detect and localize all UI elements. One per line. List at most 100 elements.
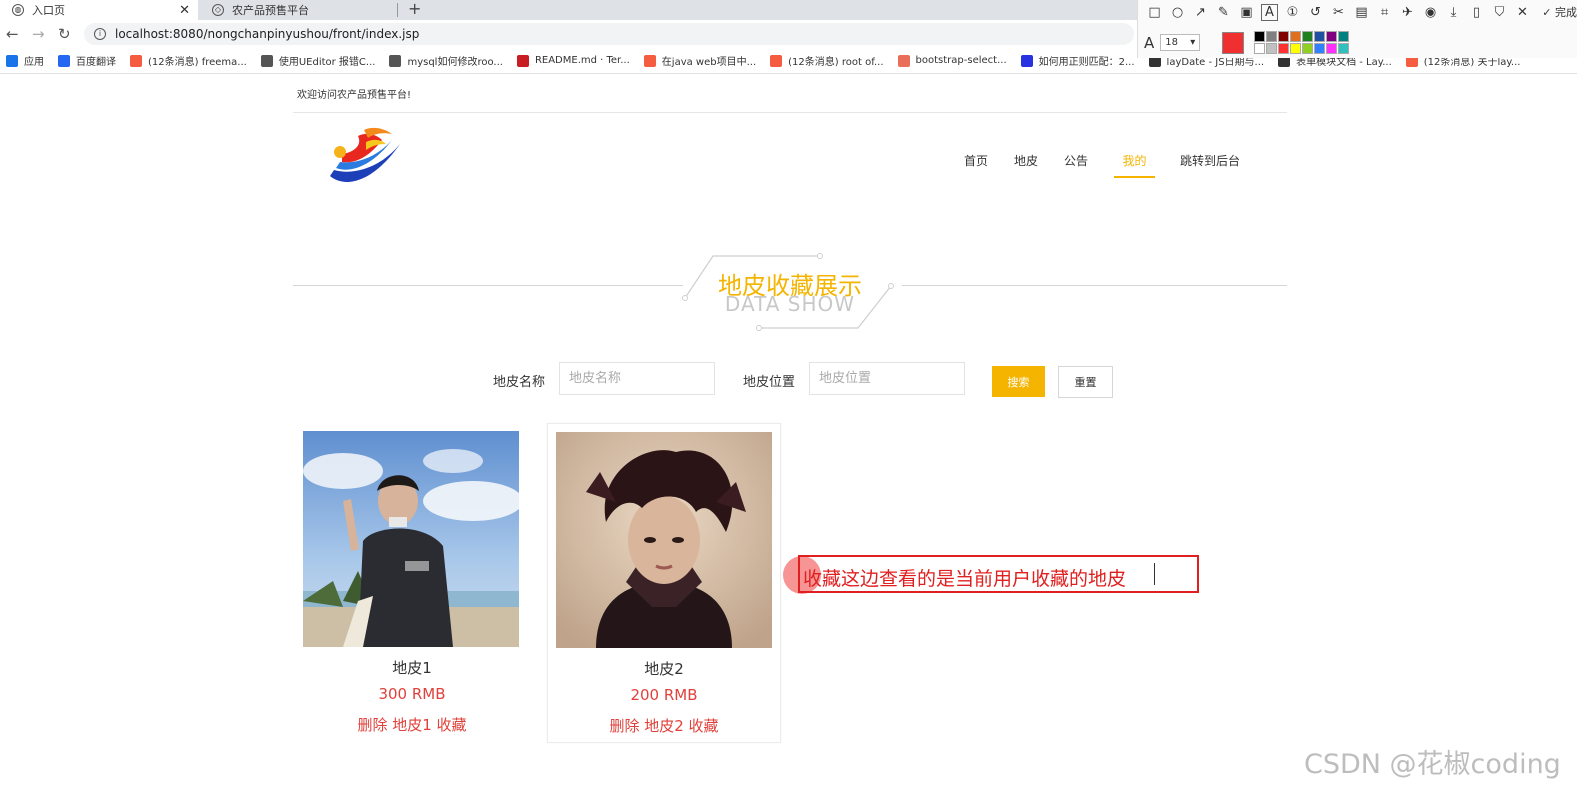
phone-icon[interactable]: ▯	[1468, 4, 1485, 21]
palette-swatch[interactable]	[1290, 43, 1302, 54]
bookmark-label: 使用UEditor 报错C...	[278, 57, 376, 68]
nav-notice[interactable]: 公告	[1060, 152, 1092, 178]
palette-swatch[interactable]	[1266, 31, 1278, 42]
palette-swatch[interactable]	[1278, 31, 1290, 42]
bookmark-label: README.md · Ter...	[534, 55, 630, 66]
bookmark-item[interactable]: 应用	[6, 53, 44, 68]
pen-tool-icon[interactable]: ✎	[1215, 4, 1232, 21]
land-location-input[interactable]	[809, 362, 965, 395]
new-tab-icon[interactable]: +	[408, 0, 421, 18]
palette-swatch[interactable]	[1302, 31, 1314, 42]
reset-button[interactable]: 重置	[1058, 366, 1113, 398]
close-tab-icon[interactable]: ✕	[179, 3, 190, 18]
ueditor-icon	[389, 54, 402, 67]
land-card[interactable]: 地皮1 300 RMB 删除 地皮1 收藏	[295, 423, 529, 743]
scissors-icon[interactable]: ✂	[1330, 4, 1347, 21]
ellipse-tool-icon[interactable]: ○	[1169, 4, 1186, 21]
url-field[interactable]: i localhost:8080/nongchanpinyushou/front…	[84, 23, 1134, 45]
csdn-icon	[770, 54, 783, 67]
nav-home[interactable]: 首页	[960, 152, 992, 178]
done-label: 完成	[1555, 6, 1577, 19]
bookmark-item[interactable]: (12条消息) root of...	[770, 53, 884, 68]
annotation-textbox[interactable]: 收藏这边查看的是当前用户收藏的地皮	[798, 555, 1199, 593]
land-location-label: 地皮位置	[743, 375, 796, 390]
header-divider	[293, 112, 1287, 113]
search-bar: 地皮名称 地皮位置 搜索 重置	[0, 362, 1577, 398]
land-name-input[interactable]	[559, 362, 715, 395]
arrow-tool-icon[interactable]: ↗	[1192, 4, 1209, 21]
bookmark-item[interactable]: 使用UEditor 报错C...	[260, 53, 376, 68]
land-price: 300 RMB	[378, 685, 446, 703]
tab-platform[interactable]: ◇ 农产品预售平台	[200, 0, 396, 20]
palette-swatch[interactable]	[1314, 31, 1326, 42]
palette-swatch[interactable]	[1278, 43, 1290, 54]
crop-icon[interactable]: ⌗	[1376, 4, 1393, 21]
bookmark-label: 百度翻译	[76, 57, 116, 68]
land-photo[interactable]	[303, 431, 519, 647]
csdn-icon	[130, 54, 142, 67]
nav-land[interactable]: 地皮	[1010, 152, 1042, 178]
land-price: 200 RMB	[630, 686, 698, 704]
done-button[interactable]: ✓ 完成	[1542, 4, 1577, 20]
info-icon[interactable]: i	[94, 28, 106, 40]
current-color-swatch[interactable]	[1222, 31, 1245, 54]
bookmark-item[interactable]: (12条消息) freema...	[130, 53, 247, 68]
card-actions[interactable]: 删除 地皮2 收藏	[548, 715, 780, 736]
palette-swatch[interactable]	[1302, 43, 1314, 54]
number-tool-icon[interactable]: ①	[1284, 4, 1301, 21]
land-card[interactable]: 地皮2 200 RMB 删除 地皮2 收藏	[547, 423, 781, 743]
palette-swatch[interactable]	[1314, 43, 1326, 54]
font-icon: A	[1144, 33, 1155, 52]
rectangle-tool-icon[interactable]: □	[1146, 4, 1163, 21]
palette-swatch[interactable]	[1266, 43, 1278, 54]
palette-swatch[interactable]	[1338, 43, 1350, 54]
bookmark-item[interactable]: mysql如何修改roo...	[389, 53, 503, 68]
palette-swatch[interactable]	[1326, 43, 1338, 54]
search-button[interactable]: 搜索	[992, 366, 1045, 397]
land-photo[interactable]	[556, 432, 772, 648]
bookmark-item[interactable]: bootstrap-select...	[897, 54, 1007, 67]
bookmark-icon[interactable]: ⛉	[1491, 4, 1508, 21]
forward-icon[interactable]: →	[32, 25, 45, 43]
bookmark-item[interactable]: 百度翻译	[58, 53, 116, 68]
text-tool-icon[interactable]: A	[1261, 4, 1278, 21]
bookmark-item[interactable]: 如何用正则匹配：2...	[1020, 53, 1135, 68]
land-name: 地皮1	[392, 659, 432, 677]
tab-title: 入口页	[32, 4, 65, 17]
undo-icon[interactable]: ↺	[1307, 4, 1324, 21]
nav-admin[interactable]: 跳转到后台	[1176, 152, 1244, 178]
pin-icon[interactable]: ✈	[1399, 4, 1416, 21]
text-caret	[1154, 563, 1155, 585]
baidu-paw-icon	[1020, 54, 1033, 67]
back-icon[interactable]: ←	[6, 25, 19, 43]
mosaic-tool-icon[interactable]: ▣	[1238, 4, 1255, 21]
palette-swatch[interactable]	[1254, 31, 1266, 42]
close-icon[interactable]: ✕	[1514, 4, 1531, 21]
bookmark-label: (12条消息) freema...	[148, 57, 247, 68]
watermark: CSDN @花椒coding	[1304, 749, 1561, 780]
site-logo[interactable]	[326, 124, 406, 188]
bookmark-item[interactable]: 在java web项目中...	[643, 53, 757, 68]
jianshu-icon	[897, 54, 910, 67]
apps-grid-icon	[6, 54, 18, 67]
record-icon[interactable]: ◉	[1422, 4, 1439, 21]
card-actions[interactable]: 删除 地皮1 收藏	[295, 714, 529, 735]
main-nav: 首页 地皮 公告 我的 跳转到后台	[960, 152, 1266, 178]
ocr-icon[interactable]: ▤	[1353, 4, 1370, 21]
bookmark-label: 应用	[24, 57, 44, 68]
palette-swatch[interactable]	[1326, 31, 1338, 42]
tab-separator	[397, 3, 398, 17]
font-size-select[interactable]: 18 ▾	[1160, 34, 1201, 51]
palette-swatch[interactable]	[1290, 31, 1302, 42]
bookmark-label: 在java web项目中...	[661, 57, 757, 68]
download-icon[interactable]: ⤓	[1445, 4, 1462, 21]
palette-swatch[interactable]	[1338, 31, 1350, 42]
screenshot-toolbar: □ ○ ↗ ✎ ▣ A ① ↺ ✂ ▤ ⌗ ✈ ◉ ⤓ ▯ ⛉ ✕ ✓ 完成 A…	[1137, 0, 1577, 58]
tab-title: 农产品预售平台	[232, 4, 309, 17]
palette-swatch[interactable]	[1254, 43, 1266, 54]
ueditor-icon	[260, 54, 273, 67]
tab-entry-page[interactable]: ◍ 入口页 ✕	[0, 0, 198, 20]
reload-icon[interactable]: ↻	[58, 25, 71, 43]
bookmark-item[interactable]: README.md · Ter...	[516, 54, 630, 67]
nav-mine[interactable]: 我的	[1114, 152, 1156, 178]
